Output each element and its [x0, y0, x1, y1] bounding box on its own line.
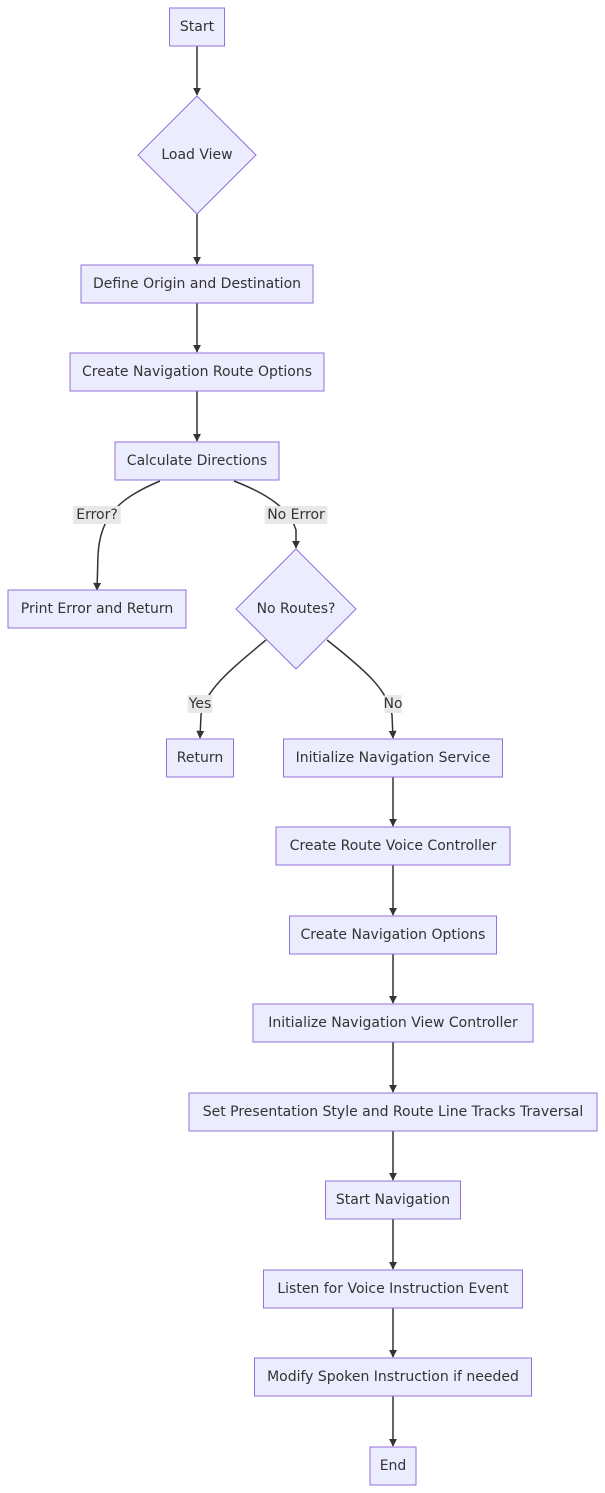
node-label: Print Error and Return: [21, 601, 173, 617]
node-start: Start: [169, 7, 225, 47]
node-label: Create Route Voice Controller: [290, 838, 497, 854]
edge-label: No Error: [264, 506, 328, 524]
edge-label-text: Error?: [76, 507, 118, 523]
node-label: Initialize Navigation Service: [296, 750, 491, 766]
node-label: Return: [177, 750, 223, 766]
edge-no-routes-to-return: [196, 639, 267, 739]
node-calc-dirs: Calculate Directions: [114, 441, 280, 481]
flowchart: Error? No Error Yes No Start Load View Define…: [7, 7, 598, 1486]
node-label: Calculate Directions: [127, 453, 267, 469]
node-label: Start Navigation: [336, 1192, 450, 1208]
node-define-od: Define Origin and Destination: [80, 264, 314, 304]
node-start-nav: Start Navigation: [325, 1180, 461, 1220]
node-create-nav-opts: Create Navigation Options: [289, 915, 497, 955]
edge-label: Error?: [73, 506, 121, 524]
node-label: Define Origin and Destination: [93, 276, 301, 292]
node-label: Set Presentation Style and Route Line Tr…: [203, 1104, 584, 1120]
node-label: Listen for Voice Instruction Event: [277, 1281, 509, 1297]
edge-calc-dirs-to-print-error: [93, 480, 161, 591]
node-load-view: Load View: [137, 95, 257, 215]
node-label: No Routes?: [257, 601, 336, 617]
node-label: Modify Spoken Instruction if needed: [267, 1369, 519, 1385]
node-end: End: [369, 1446, 417, 1486]
node-label: Load View: [161, 147, 232, 163]
node-label: Create Navigation Route Options: [82, 364, 312, 380]
edge-label: Yes: [187, 695, 213, 713]
node-set-presentation: Set Presentation Style and Route Line Tr…: [188, 1092, 598, 1132]
node-print-error: Print Error and Return: [7, 589, 187, 629]
node-label: End: [380, 1458, 407, 1474]
node-label: Initialize Navigation View Controller: [268, 1015, 518, 1031]
edge-label: No: [383, 695, 403, 713]
node-label: Create Navigation Options: [301, 927, 486, 943]
edge-no-routes-to-init-nav-service: [326, 639, 397, 739]
edge-label-text: No: [383, 696, 402, 712]
node-init-nav-vc: Initialize Navigation View Controller: [252, 1003, 534, 1043]
edge-label-text: Yes: [188, 696, 212, 712]
edge-label-text: No Error: [267, 507, 325, 523]
node-init-nav-service: Initialize Navigation Service: [283, 738, 503, 778]
node-listen-voice: Listen for Voice Instruction Event: [263, 1269, 523, 1309]
node-modify-spoken: Modify Spoken Instruction if needed: [254, 1357, 532, 1397]
node-label: Start: [180, 19, 215, 35]
node-create-route-opts: Create Navigation Route Options: [69, 352, 325, 392]
node-return: Return: [166, 738, 234, 778]
node-create-voice-ctrl: Create Route Voice Controller: [275, 826, 511, 866]
